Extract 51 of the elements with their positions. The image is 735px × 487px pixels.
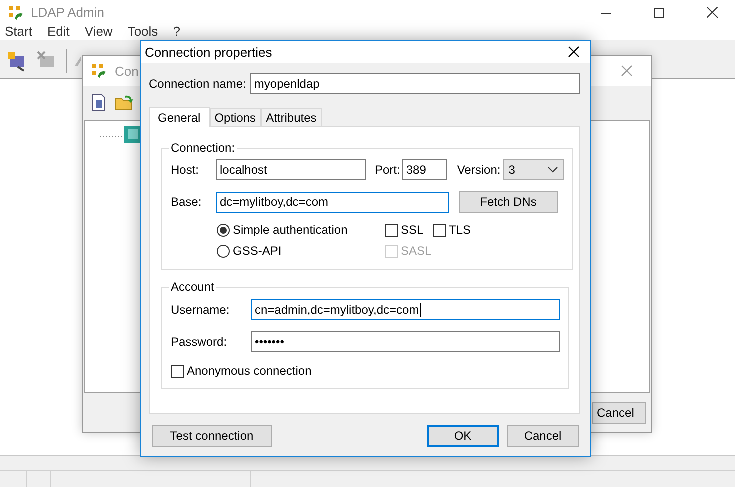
username-field[interactable]: cn=admin,dc=mylitboy,dc=com xyxy=(251,299,560,320)
field-label: Username: xyxy=(171,302,231,316)
group-label: Account xyxy=(170,280,216,294)
base-field[interactable]: dc=mylitboy,dc=com xyxy=(216,192,449,212)
checkbox-label: TLS xyxy=(449,223,472,237)
menu-item[interactable]: Tools xyxy=(126,25,160,39)
checkbox[interactable] xyxy=(171,364,184,378)
window-title: LDAP Admin xyxy=(31,5,106,20)
version-dropdown[interactable]: 3 xyxy=(502,159,564,180)
fetch-dns-button[interactable]: Fetch DNs xyxy=(459,191,558,213)
menu-item[interactable]: ? xyxy=(172,25,182,39)
group-label: Connection: xyxy=(170,141,236,155)
menu-item[interactable]: Edit xyxy=(46,25,72,39)
maximize-icon[interactable] xyxy=(654,8,664,18)
field-label: Password: xyxy=(171,334,228,348)
window-title: Con xyxy=(115,64,140,78)
document-icon[interactable] xyxy=(91,94,107,112)
connection-name-field[interactable]: myopenldap xyxy=(250,73,580,94)
port-field[interactable]: 389 xyxy=(402,159,448,180)
chevron-down-icon xyxy=(548,166,558,172)
close-button[interactable] xyxy=(568,46,580,58)
window-icon xyxy=(91,63,107,79)
folder-icon[interactable] xyxy=(115,94,135,112)
checkbox-label: Anonymous connection xyxy=(187,364,312,378)
field-label: Base: xyxy=(171,195,203,209)
ok-button[interactable]: OK xyxy=(427,425,499,447)
menu-item[interactable]: View xyxy=(84,25,115,39)
tab[interactable]: Options xyxy=(210,108,262,126)
radio-button[interactable] xyxy=(217,244,230,258)
host-field[interactable]: localhost xyxy=(216,159,366,180)
test-connection-button[interactable]: Test connection xyxy=(152,425,272,447)
tab[interactable]: General xyxy=(149,107,210,127)
tab[interactable]: Attributes xyxy=(261,108,322,126)
checkbox-label: SSL xyxy=(401,223,424,237)
checkbox-label: SASL xyxy=(401,244,432,258)
cancel-button[interactable]: Cancel xyxy=(507,425,579,447)
field-label: Version: xyxy=(457,162,501,176)
radio-label: Simple authentication xyxy=(233,223,348,237)
field-label: Host: xyxy=(171,162,200,176)
password-field[interactable]: ••••••• xyxy=(251,331,560,352)
app-icon xyxy=(8,4,24,20)
checkbox[interactable] xyxy=(385,224,398,236)
radio-label: GSS-API xyxy=(233,244,282,258)
field-label: Port: xyxy=(375,162,400,176)
checkbox[interactable] xyxy=(433,224,446,236)
field-label: Connection name: xyxy=(149,76,246,90)
close-icon[interactable] xyxy=(706,7,718,18)
radio-button[interactable] xyxy=(217,224,230,236)
menu-item[interactable]: Start xyxy=(4,25,34,39)
dialog-title: Connection properties xyxy=(145,44,274,60)
cancel-button[interactable]: Cancel xyxy=(592,402,646,424)
